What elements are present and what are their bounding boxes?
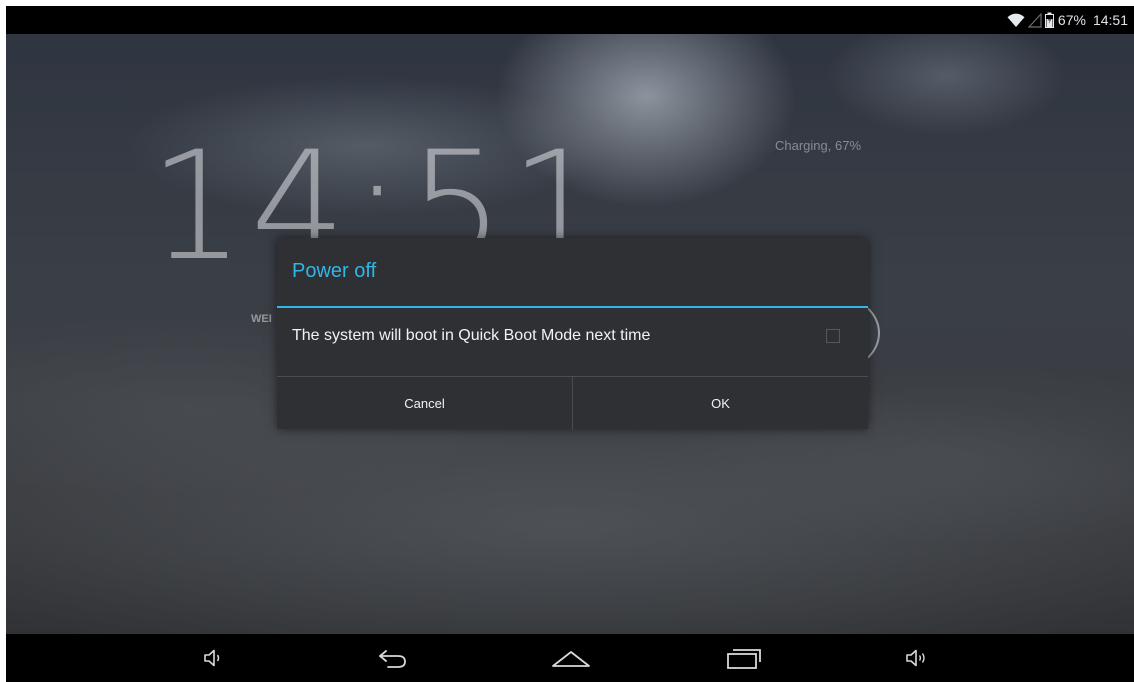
battery-percent: 67%: [1057, 12, 1086, 28]
lockscreen-date: WEI: [251, 313, 272, 325]
battery-icon: [1044, 12, 1054, 28]
no-signal-icon: [1027, 12, 1042, 28]
dialog-title-divider: [277, 306, 868, 308]
status-bar: 67% 14:51: [6, 6, 1134, 34]
ok-button[interactable]: OK: [572, 377, 868, 430]
home-icon[interactable]: [549, 640, 593, 676]
status-clock: 14:51: [1092, 12, 1128, 28]
dialog-button-bar: Cancel OK: [277, 376, 868, 430]
volume-up-icon[interactable]: [896, 640, 940, 676]
cancel-button[interactable]: Cancel: [277, 377, 572, 430]
volume-down-icon[interactable]: [192, 640, 236, 676]
recents-icon[interactable]: [722, 640, 766, 676]
dialog-message: The system will boot in Quick Boot Mode …: [292, 327, 651, 344]
dialog-title: Power off: [292, 260, 377, 282]
back-icon[interactable]: [371, 640, 415, 676]
quick-boot-checkbox[interactable]: [826, 329, 840, 343]
status-indicators: 67% 14:51: [1007, 10, 1128, 30]
device-screen: 67% 14:51 14:51 WEI Charging, 67% Power …: [6, 6, 1134, 682]
navigation-bar: [6, 634, 1134, 682]
power-off-dialog: Power off The system will boot in Quick …: [277, 238, 868, 430]
wifi-icon: [1007, 12, 1025, 28]
charging-status: Charging, 67%: [775, 138, 861, 153]
